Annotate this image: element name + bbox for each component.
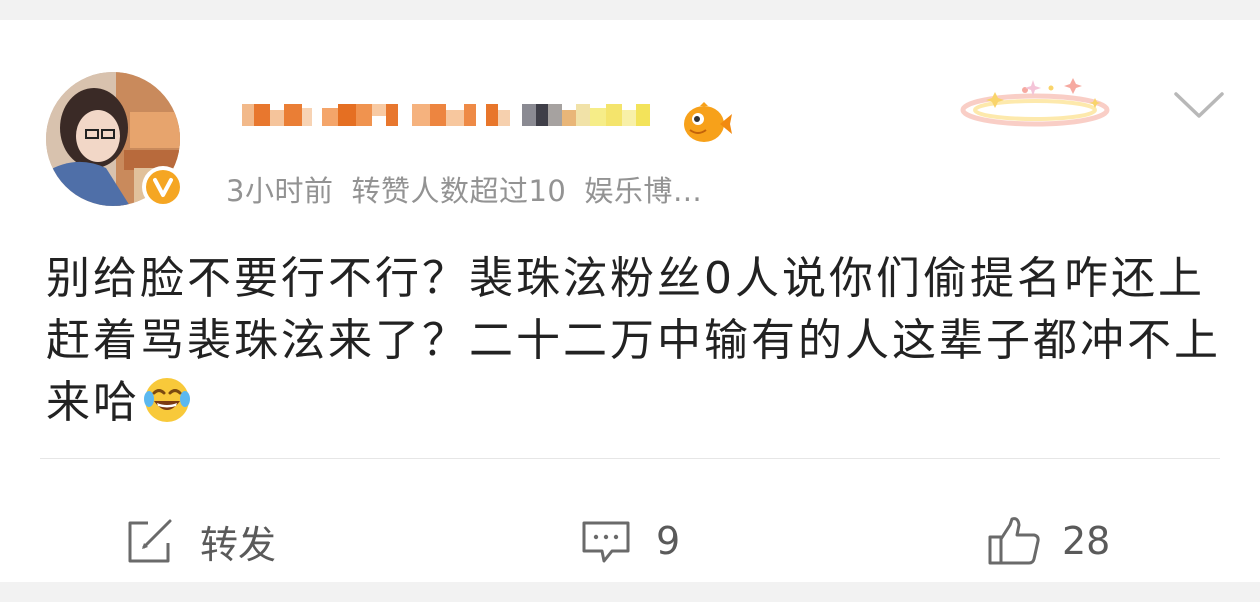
- repost-icon: [128, 519, 172, 563]
- divider: [40, 458, 1220, 459]
- sparkle-halo-decoration-icon: [960, 78, 1110, 127]
- verified-badge-icon: [142, 166, 184, 208]
- repost-button[interactable]: 转发: [124, 496, 276, 586]
- action-bar: 转发 9 28: [0, 496, 1260, 586]
- repost-info: 转赞人数超过10: [351, 174, 567, 208]
- post-meta: 3小时前 转赞人数超过10 娱乐博…: [226, 168, 720, 210]
- chevron-down-icon[interactable]: [1172, 90, 1226, 120]
- like-button[interactable]: 28: [986, 496, 1110, 586]
- post-category[interactable]: 娱乐博…: [584, 174, 702, 208]
- weibo-post-card: 3小时前 转赞人数超过10 娱乐博… 别给脸不要行不行？裴珠泫粉丝0人说你们偷提名咋…: [0, 20, 1260, 582]
- comment-count: 9: [656, 519, 681, 563]
- thumbs-up-icon: [988, 517, 1040, 565]
- laugh-cry-emoji-icon: [144, 378, 190, 422]
- post-time: 3小时前: [226, 174, 334, 208]
- like-count: 28: [1062, 519, 1111, 563]
- post-body: 别给脸不要行不行？裴珠泫粉丝0人说你们偷提名咋还上赶着骂裴珠泫来了？二十二万中输…: [46, 248, 1236, 434]
- comment-icon: [582, 521, 630, 563]
- comment-button[interactable]: 9: [580, 496, 680, 586]
- repost-label: 转发: [200, 522, 277, 567]
- vip-member-fish-icon[interactable]: [680, 100, 732, 146]
- username-blurred[interactable]: [236, 94, 676, 134]
- post-body-text: 别给脸不要行不行？裴珠泫粉丝0人说你们偷提名咋还上赶着骂裴珠泫来了？二十二万中输…: [46, 253, 1221, 428]
- bottom-separator: [0, 582, 1260, 602]
